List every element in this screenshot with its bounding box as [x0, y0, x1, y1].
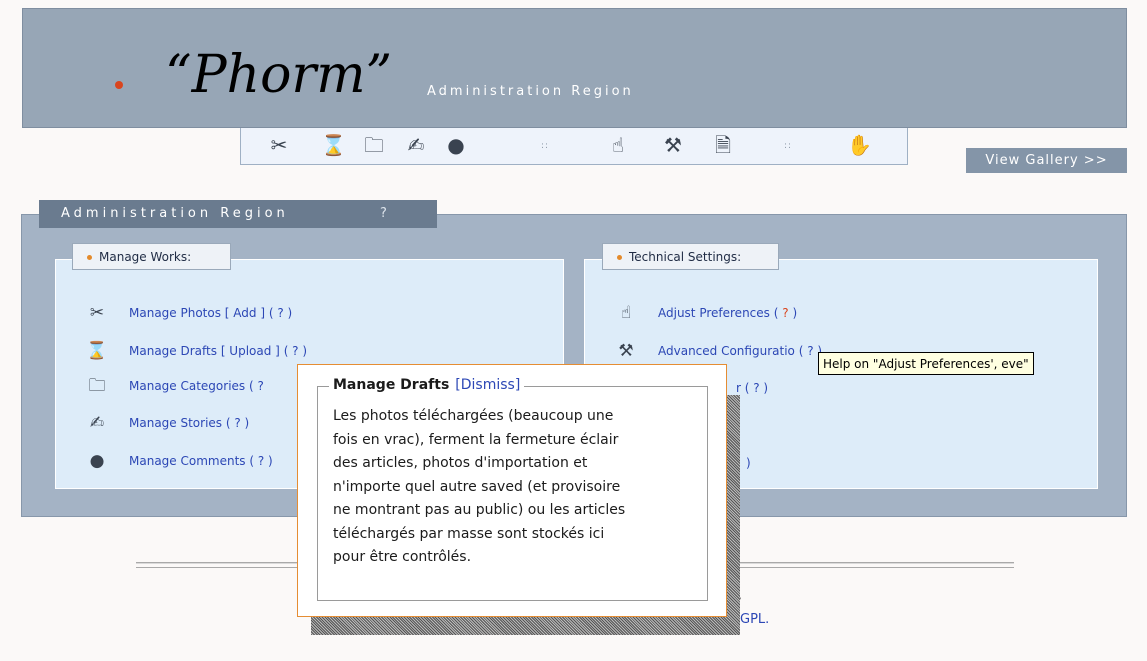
bullet-icon	[87, 255, 92, 260]
popup-line: fois en vrac), ferment la fermeture écla…	[333, 431, 619, 448]
hourglass-icon: ⌛	[86, 341, 108, 361]
manage-comments-help[interactable]: ( ? )	[249, 454, 272, 468]
upload-drafts-link[interactable]: [ Upload ]	[221, 344, 280, 358]
scissors-icon[interactable]: ✂	[267, 133, 291, 157]
popup-title: Manage Drafts	[333, 377, 450, 393]
manage-categories-link[interactable]: Manage Categories	[129, 379, 245, 393]
tools-icon: ⚒	[618, 341, 634, 361]
popup-line: téléchargés par masse sont stockés ici	[333, 525, 605, 542]
pen-icon[interactable]: ✍	[404, 133, 428, 157]
popup-line: pour être contrôlés.	[333, 549, 472, 565]
header-banner: “Phorm” Administration Region	[22, 8, 1127, 128]
list-item: r ( ? )	[736, 377, 768, 399]
main-toolbar: ✂ ⌛ 🗀 ✍ ● :: ☝ ⚒ 🗎 :: ✋	[240, 128, 908, 165]
popup-line: ne montrant pas au public) ou les articl…	[333, 502, 626, 518]
manage-comments-link[interactable]: Manage Comments	[129, 454, 246, 468]
hand-preferences-icon[interactable]: ☝	[606, 133, 630, 157]
popup-line: des articles, photos d'importation et	[333, 455, 588, 471]
document-icon[interactable]: 🗎	[711, 133, 735, 157]
popup-line: n'importe quel autre saved (et provisoir…	[333, 478, 621, 495]
manage-drafts-help[interactable]: ( ? )	[284, 344, 307, 358]
pen-icon: ✍	[89, 413, 105, 433]
bullet-icon	[617, 255, 622, 260]
help-popup: Manage Drafts [Dismiss] Les photos téléch…	[297, 364, 727, 617]
manage-works-label: Manage Works:	[72, 243, 231, 270]
admin-region-title: Administration Region	[61, 206, 289, 221]
folder-icon[interactable]: 🗀	[362, 133, 386, 157]
adjust-preferences-help[interactable]: ( ? )	[774, 306, 797, 320]
add-photos-link[interactable]: [ Add ]	[225, 306, 265, 320]
dismiss-link[interactable]: [Dismiss]	[455, 377, 520, 393]
settings-item-help[interactable]: r ( ? )	[736, 381, 768, 395]
toolbar-separator: ::	[541, 141, 550, 151]
admin-region-tab: Administration Region ?	[39, 200, 437, 228]
help-tooltip: Help on "Adjust Preferences', eve"	[818, 352, 1034, 375]
popup-header: Manage Drafts [Dismiss]	[329, 377, 525, 393]
settings-item-help[interactable]: )	[746, 456, 751, 470]
popup-line: Les photos téléchargées (beaucoup une	[333, 408, 614, 424]
scissors-icon: ✂	[89, 303, 105, 323]
list-item: )	[746, 452, 751, 474]
comments-icon: ●	[89, 451, 105, 471]
app-title: “Phorm”	[165, 45, 393, 105]
gpl-link[interactable]: GPL.	[740, 612, 769, 627]
toolbar-separator: ::	[784, 141, 793, 151]
view-gallery-button[interactable]: View Gallery >>	[966, 148, 1127, 173]
admin-region-help[interactable]: ?	[380, 200, 387, 228]
hand-preferences-icon: ☝	[620, 303, 632, 323]
manage-drafts-link[interactable]: Manage Drafts	[129, 344, 217, 358]
adjust-preferences-link[interactable]: Adjust Preferences	[658, 306, 770, 320]
advanced-configuration-link[interactable]: Advanced Configuratio	[658, 344, 795, 358]
comments-icon[interactable]: ●	[444, 133, 468, 157]
hand-icon[interactable]: ✋	[847, 133, 872, 157]
technical-settings-label-text: Technical Settings:	[629, 250, 742, 264]
technical-settings-label: Technical Settings:	[602, 243, 779, 270]
manage-categories-help[interactable]: ( ?	[249, 379, 264, 393]
hourglass-icon[interactable]: ⌛	[321, 133, 346, 157]
manage-photos-help[interactable]: ( ? )	[269, 306, 292, 320]
manage-works-label-text: Manage Works:	[99, 250, 192, 264]
manage-photos-link[interactable]: Manage Photos	[129, 306, 221, 320]
manage-stories-link[interactable]: Manage Stories	[129, 416, 222, 430]
folder-icon: 🗀	[88, 376, 106, 396]
popup-body: Les photos téléchargées (beaucoup une fo…	[333, 405, 693, 570]
tools-icon[interactable]: ⚒	[661, 133, 685, 157]
bullet-icon	[115, 81, 123, 89]
manage-stories-help[interactable]: ( ? )	[226, 416, 249, 430]
app-subtitle: Administration Region	[427, 84, 634, 99]
